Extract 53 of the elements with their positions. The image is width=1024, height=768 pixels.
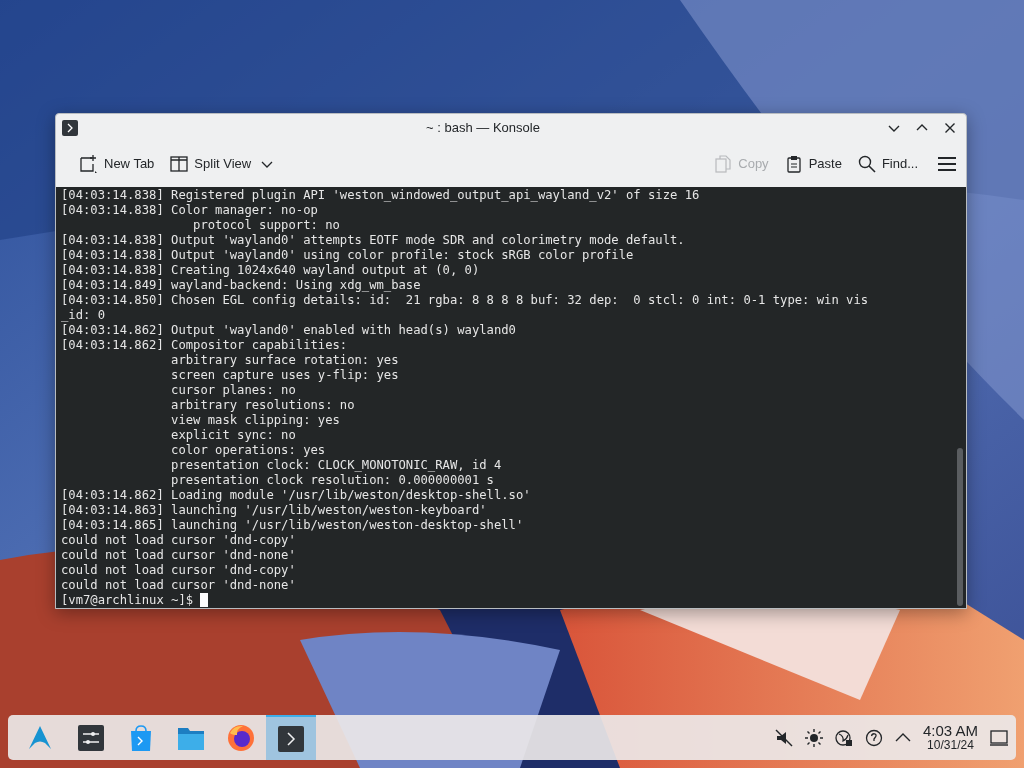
text-cursor	[200, 593, 209, 607]
browser-icon	[226, 722, 256, 753]
clock[interactable]: 4:03 AM 10/31/24	[922, 723, 978, 752]
scrollbar-thumb[interactable]	[957, 448, 963, 606]
paste-button[interactable]: Paste	[778, 150, 848, 178]
show-desktop-icon[interactable]	[990, 728, 1008, 747]
terminal-line: [04:03:14.862] Compositor capabilities:	[61, 338, 348, 353]
brightness-icon[interactable]	[804, 728, 823, 747]
terminal-line: explicit sync: no	[170, 428, 296, 443]
terminal-line: [04:03:14.850] Chosen EGL config details: id: 21 rgba: 8 8 8 8 buf: 32 dep: 0 stcl: 0 int: 0-1 type: win vis	[61, 293, 869, 308]
terminal-line: [04:03:14.838] Creating 1024x640 wayland output at (0, 0)	[61, 263, 480, 278]
terminal-icon	[276, 723, 306, 754]
new-tab-button[interactable]: New Tab	[72, 150, 161, 178]
terminal-line: cursor planes: no	[170, 383, 296, 398]
terminal-line: arbitrary surface rotation: yes	[170, 353, 399, 368]
terminal-line: _id: 0	[61, 308, 106, 323]
new-tab-icon	[78, 154, 98, 174]
terminal-line: could not load cursor 'dnd-none'	[61, 578, 296, 593]
terminal-icon	[62, 119, 78, 136]
terminal-line: [04:03:14.863] launching '/usr/lib/weston/weston-keyboard'	[61, 503, 487, 518]
menu-icon[interactable]	[938, 156, 956, 172]
help-icon[interactable]	[864, 728, 883, 747]
terminal-line: could not load cursor 'dnd-none'	[61, 548, 296, 563]
terminal-line: color operations: yes	[170, 443, 326, 458]
terminal-line: [04:03:14.838] Registered plugin API 'weston_windowed_output_api_wayland_v2' of size 16	[61, 188, 700, 203]
terminal-line: could not load cursor 'dnd-copy'	[61, 563, 296, 578]
split-view-button[interactable]: Split View	[164, 150, 258, 178]
terminal-line: [04:03:14.838] Color manager: no-op	[61, 203, 318, 218]
copy-icon	[714, 155, 733, 173]
terminal-line: presentation clock resolution: 0.000000001 s	[170, 473, 494, 488]
terminal-line: [04:03:14.862] Output 'wayland0' enabled with head(s) wayland0	[61, 323, 516, 338]
terminal-line: screen capture uses y-flip: yes	[170, 368, 399, 383]
split-view-icon	[170, 155, 189, 173]
terminal-line: presentation clock: CLOCK_MONOTONIC_RAW, id 4	[170, 458, 502, 473]
terminal-line: [04:03:14.862] Loading module '/usr/lib/weston/desktop-shell.so'	[61, 488, 531, 503]
find-button[interactable]: Find...	[851, 150, 924, 178]
terminal-line: view mask clipping: yes	[170, 413, 340, 428]
terminal-line: [04:03:14.838] Output 'wayland0' attempts EOTF mode SDR and colorimetry mode default.	[61, 233, 685, 248]
close-icon[interactable]	[944, 121, 956, 134]
search-icon	[857, 155, 876, 173]
muted-speaker-icon[interactable]	[774, 728, 793, 747]
terminal-line: [04:03:14.849] wayland-backend: Using xdg_wm_base	[61, 278, 421, 293]
window-title: ~ : bash — Konsole	[425, 118, 541, 137]
terminal-line: [04:03:14.838] Output 'wayland0' using color profile: stock sRGB color profile	[61, 248, 634, 263]
network-icon[interactable]	[834, 728, 853, 747]
terminal-line: could not load cursor 'dnd-copy'	[61, 533, 296, 548]
terminal-line: arbitrary resolutions: no	[170, 398, 355, 413]
shell-prompt: [vm7@archlinux ~]$	[61, 593, 195, 608]
terminal-line: [04:03:14.865] launching '/usr/lib/weston/weston-desktop-shell'	[61, 518, 524, 533]
clipboard-icon	[784, 155, 803, 173]
taskbar-app[interactable]	[266, 715, 316, 760]
terminal-line: protocol support: no	[192, 218, 340, 233]
settings-icon	[76, 722, 106, 753]
